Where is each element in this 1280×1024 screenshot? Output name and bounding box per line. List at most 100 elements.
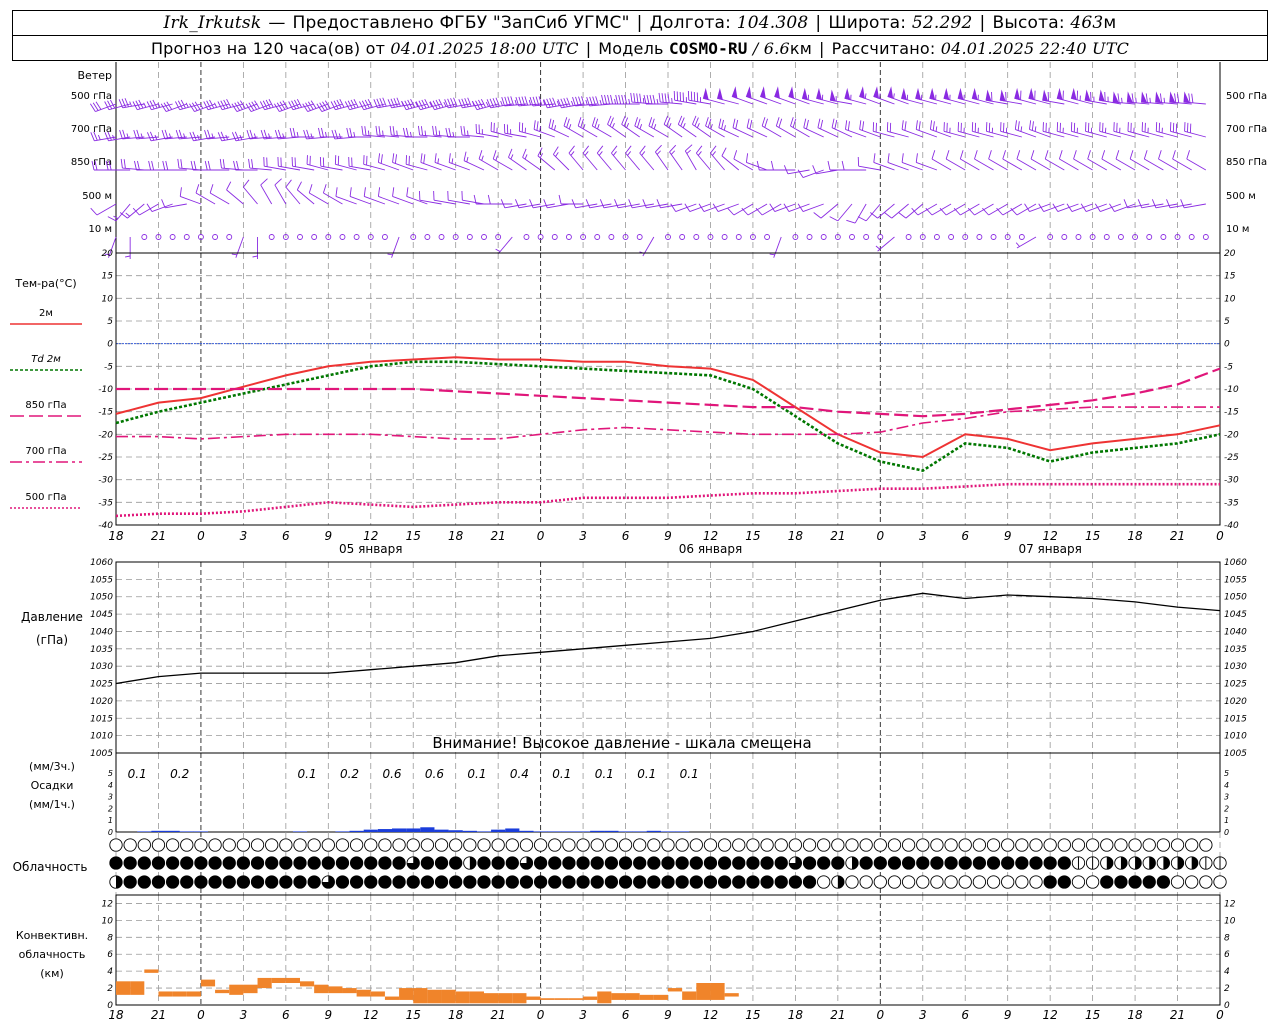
cloud-cover-full xyxy=(208,856,222,870)
convective-cloud-bar xyxy=(370,991,385,997)
cloud-cover-icon xyxy=(307,838,321,852)
wind-barb-full xyxy=(349,187,352,197)
wind-barb-shaft xyxy=(320,165,343,171)
wind-barb xyxy=(582,145,598,171)
wind-barb-shaft xyxy=(625,152,641,171)
cloud-cover-icon xyxy=(463,875,477,889)
cloud-cover-full xyxy=(591,875,604,889)
cloud-cover-outline xyxy=(930,875,944,889)
temperature-ytick-right: 0 xyxy=(1224,340,1230,350)
cloud-cover-outline xyxy=(958,838,972,852)
precipitation-bar xyxy=(349,830,364,832)
wind-barb xyxy=(915,153,938,171)
cloud-cover-icon xyxy=(463,838,477,852)
calm-wind-circle xyxy=(990,234,997,240)
wind-barb-full xyxy=(495,97,500,107)
wind-barb-full xyxy=(649,94,653,105)
wind-barb-half xyxy=(1015,242,1020,247)
cloud-cover-icon xyxy=(392,856,406,870)
cloud-cover-icon xyxy=(972,856,987,870)
cloud-cover-icon xyxy=(1015,856,1029,870)
wind-barb xyxy=(515,199,541,209)
hour-tick-label: 12 xyxy=(1043,1008,1058,1022)
pressure-ytick-right: 1035 xyxy=(1224,645,1247,655)
convective-ytick-left: 2 xyxy=(107,984,113,994)
wind-barb-pennant xyxy=(759,86,766,99)
hour-tick-label: 21 xyxy=(1170,1008,1185,1022)
cloud-cover-full xyxy=(534,856,547,870)
cloud-cover-half xyxy=(116,875,123,889)
temperature-ytick-right: -40 xyxy=(1224,521,1239,531)
cloud-cover-full xyxy=(930,856,944,870)
wind-barb-full xyxy=(177,158,180,169)
hour-tick-label: 6 xyxy=(622,1008,630,1022)
cloud-cover-outline xyxy=(533,838,548,852)
cloud-cover-outline xyxy=(916,838,930,852)
cloud-cover-icon xyxy=(703,875,718,889)
cloud-cover-full xyxy=(336,875,349,889)
cloud-cover-icon xyxy=(633,875,647,889)
cloud-cover-outline xyxy=(661,838,675,852)
precipitation-bar xyxy=(491,829,506,832)
cloud-cover-full xyxy=(775,875,788,889)
cloud-cover-icon xyxy=(1029,856,1043,870)
cloud-cover-outline xyxy=(831,838,845,852)
temperature-ytick-left: 10 xyxy=(102,294,114,304)
wind-barb-shaft xyxy=(655,151,669,171)
wind-barb-full xyxy=(233,160,236,171)
cloud-cover-icon xyxy=(392,838,406,852)
calm-wind-circle xyxy=(976,234,983,240)
calm-wind-circle xyxy=(594,234,601,240)
precipitation-unit-3h: (мм/3ч.) xyxy=(29,760,75,773)
cloud-cover-outline xyxy=(1185,875,1199,889)
wind-barb xyxy=(189,131,216,142)
wind-barb xyxy=(438,234,445,240)
wind-barb-full xyxy=(222,159,225,169)
cloud-cover-full xyxy=(548,875,561,889)
wind-barb xyxy=(933,234,940,240)
wind-barb-full xyxy=(925,207,933,216)
precipitation-bar xyxy=(292,831,308,832)
wind-barb xyxy=(1113,122,1136,138)
wind-barb xyxy=(1018,234,1025,240)
wind-barb-full xyxy=(453,97,458,107)
wind-barb xyxy=(231,131,258,142)
wind-barb-half xyxy=(893,93,895,99)
wind-barb-full xyxy=(551,119,555,130)
wind-barb xyxy=(330,98,357,111)
cloud-cover-outline xyxy=(972,875,987,889)
cloud-cover-icon xyxy=(590,875,604,889)
cloud-cover-icon xyxy=(1057,856,1071,870)
cloud-cover-full xyxy=(336,856,349,870)
cloud-cover-outline xyxy=(944,838,958,852)
cloud-cover-outline xyxy=(1015,875,1029,889)
cloud-cover-full xyxy=(576,875,590,889)
calm-wind-circle xyxy=(721,234,728,240)
wind-barb-full xyxy=(945,150,950,160)
wind-barb-full xyxy=(746,118,750,128)
wind-level-label-right: 700 гПа xyxy=(1226,124,1267,135)
meteogram-chart: Ветер 500 гПа 500 гПа 700 гПа 700 гПа 850 гПа… xyxy=(10,62,1267,1022)
wind-barb-half xyxy=(296,131,299,138)
cloud-cover-outline xyxy=(562,838,576,852)
wind-barb xyxy=(226,181,244,205)
calm-wind-circle xyxy=(863,234,870,240)
wind-barb xyxy=(1151,199,1178,209)
wind-barb xyxy=(735,234,742,240)
cloud-cover-half xyxy=(852,856,859,870)
cloud-cover-outline xyxy=(618,838,633,852)
wind-barb-full xyxy=(1131,93,1134,103)
cloud-cover-icon xyxy=(293,875,307,889)
calm-wind-circle xyxy=(806,234,813,240)
cloud-cover-full xyxy=(732,875,745,889)
wind-barb xyxy=(148,160,173,171)
cloud-cover-icon xyxy=(364,856,378,870)
cloud-cover-outline xyxy=(859,875,873,889)
cloud-cover-full xyxy=(1100,875,1113,889)
cloud-cover-icon xyxy=(1199,838,1213,852)
cloud-cover-icon xyxy=(774,856,788,870)
hour-tick-label: 18 xyxy=(108,1008,124,1022)
wind-barb xyxy=(648,117,669,138)
wind-barb-shaft xyxy=(837,203,853,222)
wind-barb-half xyxy=(599,99,602,105)
